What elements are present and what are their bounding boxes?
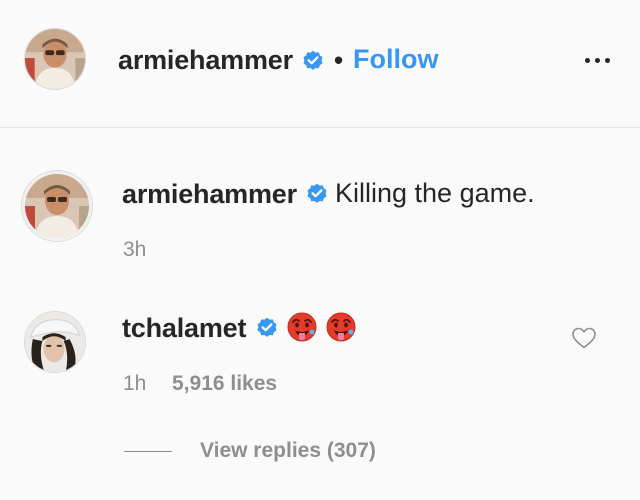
caption-username[interactable]: armiehammer	[122, 179, 297, 210]
separator-dot: •	[334, 45, 344, 75]
comment-timestamp[interactable]: 1h	[123, 372, 146, 396]
caption-author-avatar[interactable]	[22, 171, 92, 241]
like-heart-icon[interactable]	[571, 326, 597, 350]
hot-face-emoji	[326, 312, 356, 342]
comment-likes-count[interactable]: 5,916 likes	[172, 372, 277, 396]
verified-badge-icon	[301, 48, 325, 72]
instagram-post-comments: armiehammer • Follow armiehammer Killing…	[0, 0, 640, 500]
commenter-username[interactable]: tchalamet	[122, 313, 246, 344]
post-author-username[interactable]: armiehammer	[118, 45, 293, 76]
post-header: armiehammer • Follow	[0, 0, 640, 128]
replies-divider-line	[124, 451, 172, 452]
profile-avatar[interactable]	[24, 28, 86, 90]
avatar-photo	[25, 29, 85, 89]
more-options-icon[interactable]	[582, 52, 614, 68]
hot-face-emoji	[287, 312, 317, 342]
avatar-photo	[25, 312, 85, 372]
commenter-avatar[interactable]	[24, 311, 86, 373]
caption-timestamp[interactable]: 3h	[123, 238, 146, 262]
verified-badge-icon	[305, 181, 329, 205]
follow-button[interactable]: Follow	[353, 44, 438, 75]
verified-badge-icon	[255, 315, 279, 339]
view-replies-button[interactable]: View replies (307)	[200, 439, 376, 463]
caption-text: Killing the game.	[335, 178, 535, 208]
avatar-photo	[25, 174, 89, 238]
